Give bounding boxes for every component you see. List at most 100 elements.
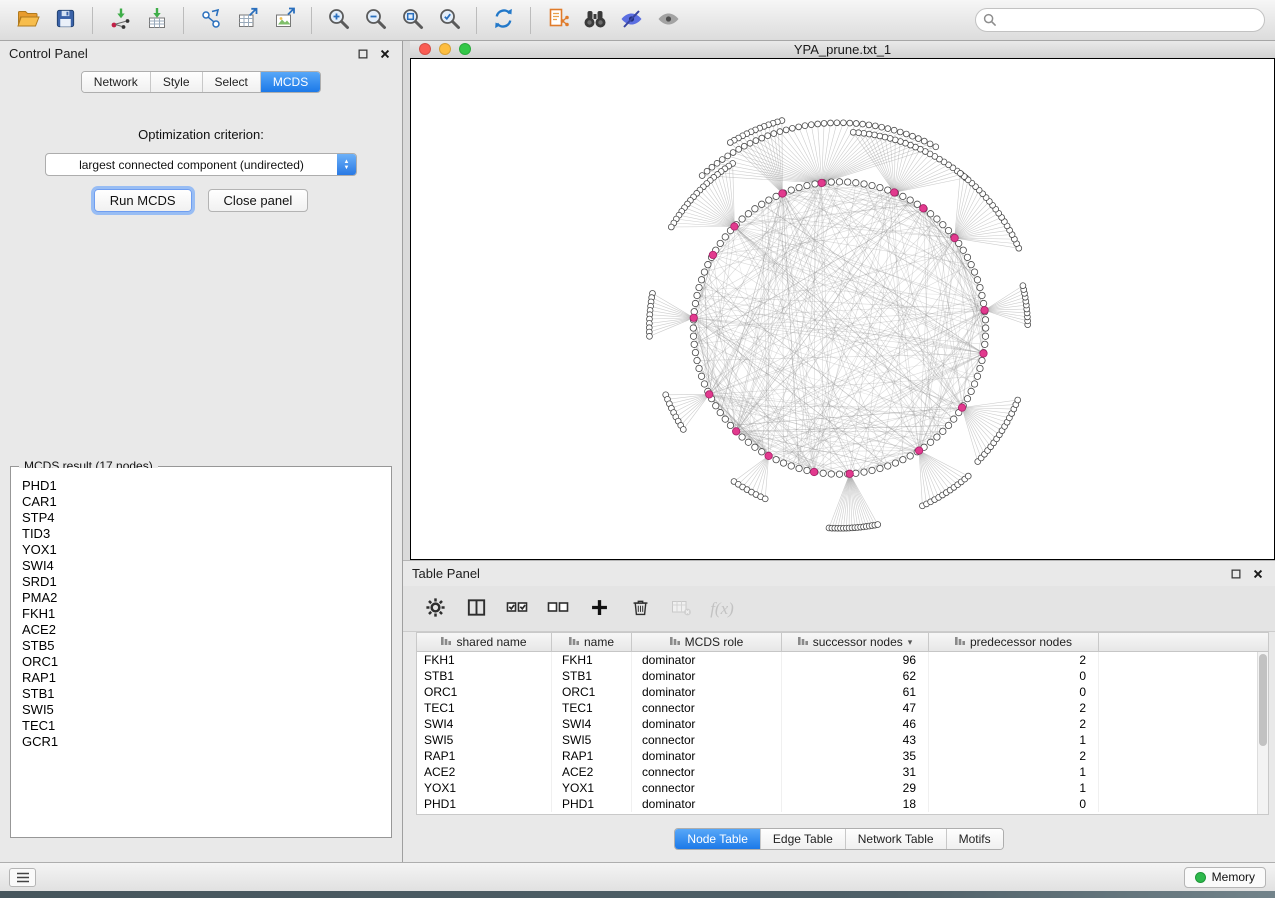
result-node-item[interactable]: CAR1 — [22, 494, 390, 510]
import-network-button[interactable] — [101, 3, 138, 37]
table-row[interactable]: SWI4SWI4dominator462 — [417, 716, 1257, 732]
optimization-criterion-dropdown[interactable]: largest connected component (undirected)… — [45, 153, 357, 176]
header-filler — [1099, 633, 1268, 651]
mcds-result-list[interactable]: PHD1CAR1STP4TID3YOX1SWI4SRD1PMA2FKH1ACE2… — [12, 468, 390, 836]
result-node-item[interactable]: RAP1 — [22, 670, 390, 686]
add-row-icon — [589, 597, 610, 621]
result-node-item[interactable]: GCR1 — [22, 734, 390, 750]
zoom-in-button[interactable] — [320, 3, 357, 37]
select-all-button[interactable] — [503, 595, 531, 623]
network-graph[interactable] — [411, 59, 1274, 559]
open-file-button[interactable] — [10, 3, 47, 37]
close-panel-button[interactable]: Close panel — [208, 189, 309, 212]
table-cell: ACE2 — [552, 764, 632, 780]
tab-style[interactable]: Style — [151, 72, 203, 92]
table-row[interactable]: TEC1TEC1connector472 — [417, 700, 1257, 716]
column-layout-button[interactable] — [462, 595, 490, 623]
table-row[interactable]: YOX1YOX1connector291 — [417, 780, 1257, 796]
column-header-successor-nodes[interactable]: successor nodes▾ — [782, 633, 929, 651]
table-row[interactable]: RAP1RAP1dominator352 — [417, 748, 1257, 764]
column-label: shared name — [456, 635, 526, 649]
result-node-item[interactable]: PMA2 — [22, 590, 390, 606]
tab-motifs[interactable]: Motifs — [947, 829, 1003, 849]
column-label: MCDS role — [685, 635, 744, 649]
result-node-item[interactable]: ACE2 — [22, 622, 390, 638]
scrollbar-thumb[interactable] — [1259, 654, 1267, 746]
table-panel: Table Panel f(x) shared namenameMCDS rol… — [403, 560, 1275, 862]
tab-mcds[interactable]: MCDS — [261, 72, 320, 92]
result-node-item[interactable]: STB5 — [22, 638, 390, 654]
zoom-window-icon[interactable] — [459, 43, 471, 55]
tab-select[interactable]: Select — [203, 72, 261, 92]
result-node-item[interactable]: YOX1 — [22, 542, 390, 558]
column-header-name[interactable]: name — [552, 633, 632, 651]
export-image-button[interactable] — [266, 3, 303, 37]
control-panel-tabs: NetworkStyleSelectMCDS — [0, 66, 402, 99]
add-row-button[interactable] — [585, 595, 613, 623]
column-header-shared-name[interactable]: shared name — [417, 633, 552, 651]
close-window-icon[interactable] — [419, 43, 431, 55]
new-network-button[interactable] — [192, 3, 229, 37]
share-document-button[interactable] — [539, 3, 576, 37]
delete-row-button[interactable] — [626, 595, 654, 623]
window-traffic-lights — [419, 43, 471, 55]
save-session-icon — [54, 7, 77, 33]
table-body: FKH1FKH1dominator962STB1STB1dominator620… — [417, 652, 1257, 814]
result-node-item[interactable]: TEC1 — [22, 718, 390, 734]
result-node-item[interactable]: SWI5 — [22, 702, 390, 718]
table-row[interactable]: FKH1FKH1dominator962 — [417, 652, 1257, 668]
result-node-item[interactable]: PHD1 — [22, 478, 390, 494]
row-filler — [1099, 652, 1257, 668]
toolbar-separator — [311, 7, 312, 34]
network-canvas[interactable] — [410, 58, 1275, 560]
deselect-all-button[interactable] — [544, 595, 572, 623]
minimize-window-icon[interactable] — [439, 43, 451, 55]
hide-panel-button[interactable] — [613, 3, 650, 37]
search-input[interactable] — [975, 8, 1265, 32]
apply-function-button[interactable]: f(x) — [708, 595, 736, 623]
tab-edge-table[interactable]: Edge Table — [761, 829, 846, 849]
result-node-item[interactable]: STB1 — [22, 686, 390, 702]
run-mcds-button[interactable]: Run MCDS — [94, 189, 192, 212]
column-header-MCDS-role[interactable]: MCDS role — [632, 633, 782, 651]
tab-node-table[interactable]: Node Table — [675, 829, 761, 849]
result-node-item[interactable]: ORC1 — [22, 654, 390, 670]
table-cell: 18 — [782, 796, 929, 812]
zoom-fit-button[interactable] — [394, 3, 431, 37]
result-node-item[interactable]: TID3 — [22, 526, 390, 542]
table-row[interactable]: SWI5SWI5connector431 — [417, 732, 1257, 748]
tab-network[interactable]: Network — [82, 72, 151, 92]
import-table-button[interactable] — [138, 3, 175, 37]
task-list-button[interactable] — [9, 868, 36, 887]
table-row[interactable]: STB1STB1dominator620 — [417, 668, 1257, 684]
zoom-selected-button[interactable] — [431, 3, 468, 37]
table-row[interactable]: ACE2ACE2connector311 — [417, 764, 1257, 780]
result-node-item[interactable]: FKH1 — [22, 606, 390, 622]
memory-button[interactable]: Memory — [1184, 867, 1266, 888]
float-panel-icon[interactable] — [354, 45, 371, 62]
table-cell: PHD1 — [417, 796, 552, 812]
settings-gear-button[interactable] — [421, 595, 449, 623]
table-vertical-scrollbar[interactable] — [1257, 652, 1268, 814]
table-row[interactable]: PHD1PHD1dominator180 — [417, 796, 1257, 812]
table-disabled-button[interactable] — [667, 595, 695, 623]
result-node-item[interactable]: STP4 — [22, 510, 390, 526]
table-cell: RAP1 — [552, 748, 632, 764]
table-row[interactable]: ORC1ORC1dominator610 — [417, 684, 1257, 700]
close-table-panel-icon[interactable] — [1249, 565, 1266, 582]
save-session-button[interactable] — [47, 3, 84, 37]
share-document-icon — [546, 7, 570, 34]
export-table-button[interactable] — [229, 3, 266, 37]
result-node-item[interactable]: SRD1 — [22, 574, 390, 590]
close-panel-icon[interactable] — [376, 45, 393, 62]
search-network-button[interactable] — [576, 3, 613, 37]
show-panel-button[interactable] — [650, 3, 687, 37]
memory-label: Memory — [1212, 870, 1255, 884]
result-node-item[interactable]: SWI4 — [22, 558, 390, 574]
tab-network-table[interactable]: Network Table — [846, 829, 947, 849]
control-panel-header: Control Panel — [0, 41, 402, 66]
refresh-layout-button[interactable] — [485, 3, 522, 37]
zoom-out-button[interactable] — [357, 3, 394, 37]
float-table-panel-icon[interactable] — [1227, 565, 1244, 582]
column-header-predecessor-nodes[interactable]: predecessor nodes — [929, 633, 1099, 651]
